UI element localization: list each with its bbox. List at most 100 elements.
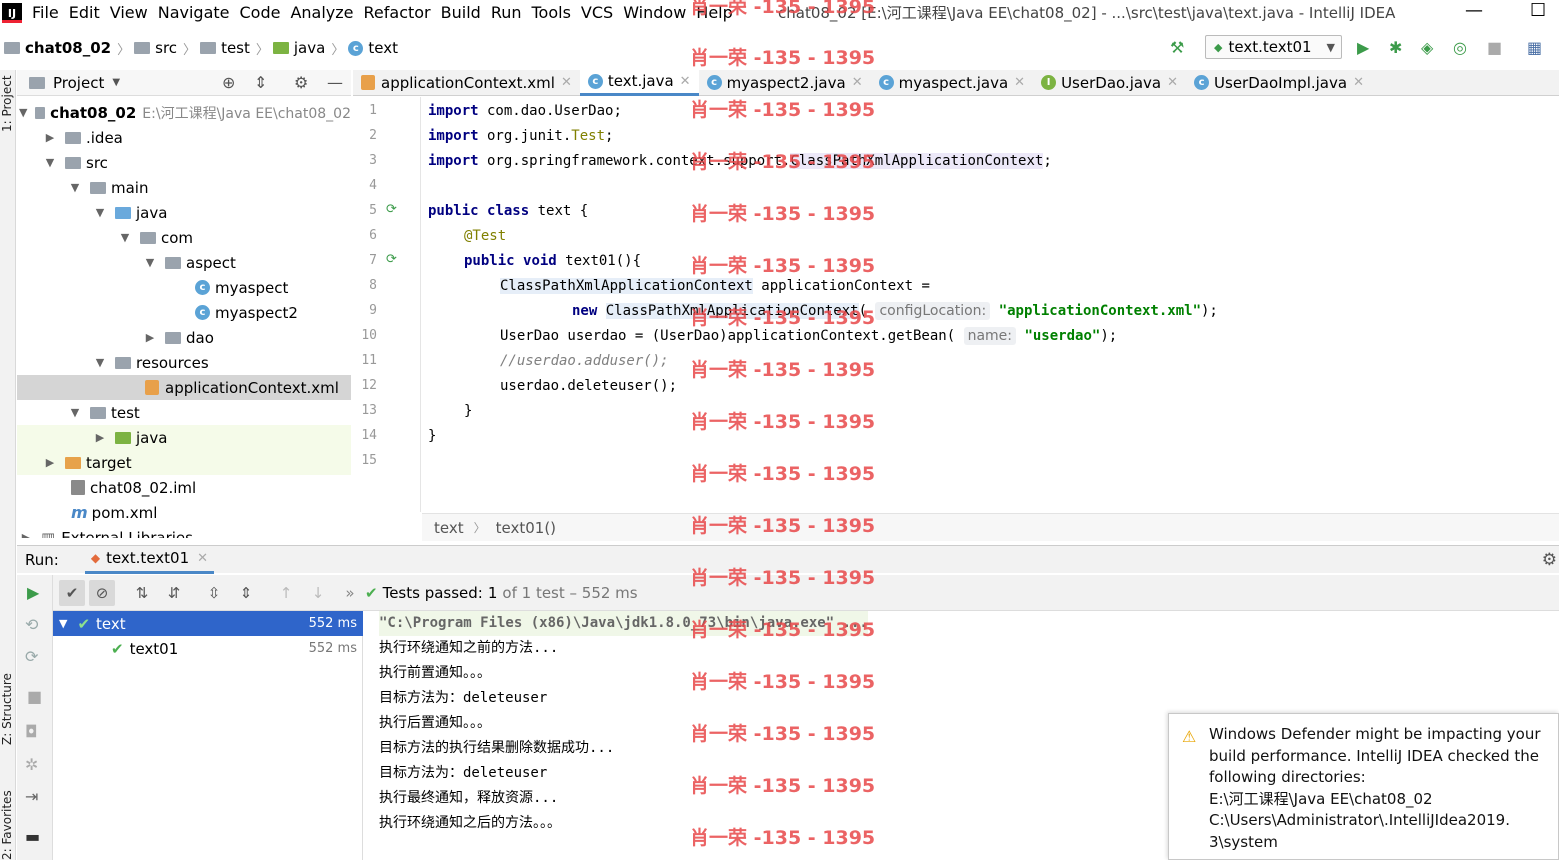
menu-file[interactable]: File xyxy=(32,3,59,22)
breadcrumb-src[interactable]: src xyxy=(134,39,177,57)
menu-navigate[interactable]: Navigate xyxy=(158,3,230,22)
windows-defender-notification[interactable]: ⚠ Windows Defender might be impacting yo… xyxy=(1168,713,1559,860)
layout-icon[interactable]: ▬ xyxy=(25,827,40,846)
sort-alpha-icon[interactable]: ⇅ xyxy=(129,580,155,606)
rerun-failed-icon[interactable]: ⟲ xyxy=(25,615,38,634)
collapse-all-icon[interactable]: ⇕ xyxy=(254,73,267,92)
project-structure-icon[interactable]: ▦ xyxy=(1527,38,1542,57)
rerun-icon[interactable]: ▶ xyxy=(27,583,39,602)
test-row-text01[interactable]: ✔ text01 552 ms xyxy=(53,636,363,661)
coverage-icon[interactable]: ◈ xyxy=(1421,38,1433,57)
tree-item-resources[interactable]: ▼ resources xyxy=(17,350,351,375)
tab-myaspect2-java[interactable]: c myaspect2.java ✕ xyxy=(699,70,871,96)
tree-item-iml[interactable]: chat08_02.iml xyxy=(17,475,351,500)
close-icon[interactable]: ✕ xyxy=(1167,75,1178,90)
project-tool-tab[interactable]: 1: Project xyxy=(0,75,14,132)
menu-analyze[interactable]: Analyze xyxy=(290,3,353,22)
tab-userdaoimpl-java[interactable]: c UserDaoImpl.java ✕ xyxy=(1186,70,1372,96)
show-ignored-icon[interactable]: ⊘ xyxy=(89,579,115,606)
close-icon[interactable]: ✕ xyxy=(1353,75,1364,90)
run-test-icon[interactable]: ⟳ xyxy=(386,252,397,267)
code-editor[interactable]: import com.dao.UserDao; import org.junit… xyxy=(422,97,1559,512)
minimize-icon[interactable]: — xyxy=(1465,0,1483,21)
run-tab[interactable]: ◆ text.text01 ✕ xyxy=(84,546,215,574)
chevron-down-icon[interactable]: ▼ xyxy=(112,77,120,88)
tree-item-test[interactable]: ▼ test xyxy=(17,400,351,425)
exit-icon[interactable]: ⇥ xyxy=(25,787,38,806)
menu-refactor[interactable]: Refactor xyxy=(364,3,431,22)
chevron-down-icon: ▼ xyxy=(59,617,68,630)
menu-code[interactable]: Code xyxy=(240,3,281,22)
expand-all-icon[interactable]: ⇳ xyxy=(201,580,227,606)
locate-icon[interactable]: ⊕ xyxy=(222,73,235,92)
tree-item-myaspect[interactable]: c myaspect xyxy=(17,275,351,300)
tree-item-target[interactable]: ▶ target xyxy=(17,450,351,475)
breadcrumb-test[interactable]: test xyxy=(200,39,250,57)
sort-duration-icon[interactable]: ⇵ xyxy=(161,580,187,606)
breadcrumb-file[interactable]: c text xyxy=(348,39,398,57)
toggle-auto-test-icon[interactable]: ⟳ xyxy=(25,647,38,666)
show-passed-icon[interactable]: ✔ xyxy=(59,579,85,606)
menu-run[interactable]: Run xyxy=(491,3,522,22)
gear-icon[interactable]: ⚙ xyxy=(294,73,308,92)
tree-item-root[interactable]: ▼ chat08_02 E:\河工课程\Java EE\chat08_02 xyxy=(17,100,351,125)
close-icon[interactable]: ✕ xyxy=(852,75,863,90)
menu-window[interactable]: Window xyxy=(623,3,686,22)
tree-item-aspect[interactable]: ▼ aspect xyxy=(17,250,351,275)
profile-icon[interactable]: ◎ xyxy=(1453,38,1467,57)
close-icon[interactable]: ✕ xyxy=(197,551,208,566)
tree-item-main-java[interactable]: ▼ java xyxy=(17,200,351,225)
more-icon[interactable]: » xyxy=(337,580,363,606)
favorites-tool-tab[interactable]: 2: Favorites xyxy=(0,790,14,860)
menu-build[interactable]: Build xyxy=(441,3,481,22)
tab-userdao-java[interactable]: I UserDao.java ✕ xyxy=(1033,70,1186,96)
breadcrumb-method[interactable]: text01() xyxy=(496,519,556,537)
tree-item-com[interactable]: ▼ com xyxy=(17,225,351,250)
breadcrumb-class[interactable]: text xyxy=(434,519,464,537)
stop-icon[interactable]: ■ xyxy=(27,687,42,706)
stop-icon[interactable]: ■ xyxy=(1487,38,1502,57)
run-test-icon[interactable]: ⟳ xyxy=(386,202,397,217)
next-test-icon[interactable]: ↓ xyxy=(305,580,331,606)
camera-icon[interactable]: ◘ xyxy=(25,722,38,741)
tree-item-pom[interactable]: m pom.xml xyxy=(17,500,351,525)
code-line: } xyxy=(428,428,437,444)
gear-icon[interactable]: ⚙ xyxy=(1542,550,1557,570)
tree-item-myaspect2[interactable]: c myaspect2 xyxy=(17,300,351,325)
tree-item-test-java[interactable]: ▶ java xyxy=(17,425,351,450)
menu-vcs[interactable]: VCS xyxy=(581,3,613,22)
tree-item-dao[interactable]: ▶ dao xyxy=(17,325,351,350)
menu-tools[interactable]: Tools xyxy=(532,3,571,22)
debug-icon[interactable]: ✱ xyxy=(1389,38,1402,57)
tree-item-external-libraries[interactable]: ▶ ▥ External Libraries xyxy=(17,525,351,539)
tab-myaspect-java[interactable]: c myaspect.java ✕ xyxy=(871,70,1033,96)
tab-applicationcontext-xml[interactable]: applicationContext.xml ✕ xyxy=(353,70,580,96)
tree-item-idea[interactable]: ▶ .idea xyxy=(17,125,351,150)
tree-item-applicationcontext-xml[interactable]: applicationContext.xml xyxy=(17,375,351,400)
menu-edit[interactable]: Edit xyxy=(69,3,100,22)
menu-view[interactable]: View xyxy=(110,3,148,22)
maximize-icon[interactable]: ☐ xyxy=(1530,0,1546,21)
collapse-all-icon[interactable]: ⇕ xyxy=(233,580,259,606)
tree-item-main[interactable]: ▼ main xyxy=(17,175,351,200)
run-icon[interactable]: ▶ xyxy=(1357,38,1369,57)
run-configuration-select[interactable]: ◆ text.text01 ▼ xyxy=(1205,35,1342,59)
hide-icon[interactable]: — xyxy=(327,73,343,92)
breadcrumb-project[interactable]: chat08_02 xyxy=(4,39,111,57)
close-icon[interactable]: ✕ xyxy=(1014,75,1025,90)
notification-line: Windows Defender might be impacting your xyxy=(1209,725,1541,743)
previous-test-icon[interactable]: ↑ xyxy=(273,580,299,606)
test-row-text[interactable]: ▼ ✔ text 552 ms xyxy=(53,611,363,636)
chevron-down-icon: ▼ xyxy=(19,106,28,119)
tab-text-java[interactable]: c text.java ✕ xyxy=(579,69,699,96)
tree-item-src[interactable]: ▼ src xyxy=(17,150,351,175)
chevron-down-icon: ▼ xyxy=(95,356,105,369)
close-icon[interactable]: ✕ xyxy=(680,74,691,89)
settings-icon[interactable]: ✲ xyxy=(25,755,38,774)
structure-tool-tab[interactable]: Z: Structure xyxy=(0,673,14,745)
close-icon[interactable]: ✕ xyxy=(561,75,572,90)
hammer-build-icon[interactable]: ⚒ xyxy=(1170,38,1184,57)
project-panel-title[interactable]: Project xyxy=(53,74,104,92)
breadcrumb-java[interactable]: java xyxy=(272,39,325,57)
parameter-hint: configLocation: xyxy=(875,302,991,320)
